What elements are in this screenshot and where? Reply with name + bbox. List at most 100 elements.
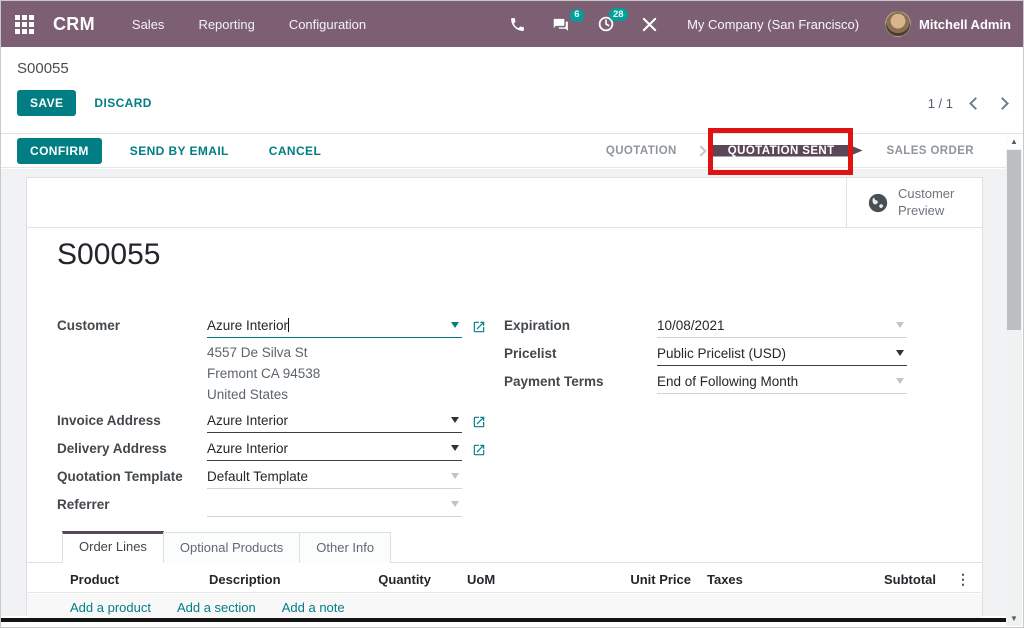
- col-taxes: Taxes: [691, 572, 857, 587]
- user-menu[interactable]: Mitchell Admin: [885, 11, 1011, 37]
- expiration-field[interactable]: 10/08/2021: [657, 312, 907, 338]
- expiration-label: Expiration: [504, 318, 657, 338]
- pricelist-label: Pricelist: [504, 346, 657, 366]
- scroll-down-icon[interactable]: ▼: [1006, 611, 1022, 626]
- field-row-delivery-address: Delivery Address Azure Interior: [57, 433, 504, 461]
- stage-separator-icon: [695, 145, 706, 156]
- scroll-up-icon[interactable]: ▲: [1006, 134, 1022, 149]
- discard-button[interactable]: DISCARD: [82, 90, 163, 116]
- address-line: 4557 De Silva St: [207, 342, 504, 363]
- notebook-tabs: Order Lines Optional Products Other Info: [27, 530, 982, 563]
- field-row-payment-terms: Payment Terms End of Following Month: [504, 366, 942, 394]
- tab-order-lines[interactable]: Order Lines: [62, 531, 164, 563]
- app-window: CRM Sales Reporting Configuration 6 28 M…: [0, 0, 1024, 628]
- phone-icon[interactable]: [498, 8, 537, 41]
- tools-icon[interactable]: [630, 8, 669, 41]
- payment-terms-field[interactable]: End of Following Month: [657, 368, 907, 394]
- invoice-external-link-icon[interactable]: [472, 415, 486, 429]
- menu-sales[interactable]: Sales: [115, 3, 182, 46]
- text-cursor: [288, 318, 289, 332]
- col-description: Description: [209, 572, 367, 587]
- invoice-dropdown-caret-icon[interactable]: [451, 417, 459, 423]
- stage-sales-order[interactable]: SALES ORDER: [869, 145, 992, 157]
- menu-configuration[interactable]: Configuration: [272, 3, 383, 46]
- globe-icon: [867, 192, 889, 214]
- payment-terms-label: Payment Terms: [504, 374, 657, 394]
- order-lines-header: Product Description Quantity UoM Unit Pr…: [27, 566, 982, 593]
- referrer-dropdown-caret-icon[interactable]: [451, 501, 459, 507]
- window-bottom-edge: [1, 618, 1006, 622]
- template-dropdown-caret-icon[interactable]: [451, 473, 459, 479]
- stage-quotation-sent-wrap: QUOTATION SENT: [713, 134, 863, 168]
- cancel-button[interactable]: CANCEL: [257, 138, 333, 164]
- customer-external-link-icon[interactable]: [472, 320, 486, 334]
- payment-terms-dropdown-caret-icon[interactable]: [896, 378, 904, 384]
- form-view-background: Customer Preview S00055 Customer Azure I…: [1, 169, 1006, 616]
- order-lines-add-row: Add a product Add a section Add a note: [27, 594, 982, 620]
- app-title[interactable]: CRM: [53, 14, 95, 35]
- vertical-scrollbar[interactable]: ▲ ▼: [1006, 134, 1022, 626]
- form-sheet: Customer Preview S00055 Customer Azure I…: [26, 177, 983, 616]
- customer-preview-label: Customer Preview: [898, 186, 962, 219]
- scrollbar-thumb[interactable]: [1007, 150, 1021, 330]
- apps-grid-icon: [15, 15, 34, 34]
- address-line: United States: [207, 384, 504, 405]
- add-a-section-link[interactable]: Add a section: [177, 600, 256, 615]
- tab-other-info[interactable]: Other Info: [299, 532, 391, 563]
- col-subtotal: Subtotal: [857, 572, 936, 587]
- apps-menu-button[interactable]: [1, 15, 47, 34]
- column-options-kebab-icon[interactable]: ⋮: [936, 571, 970, 588]
- systray: 6 28 My Company (San Francisco) Mitchell…: [498, 7, 1023, 41]
- col-unit-price: Unit Price: [547, 572, 691, 587]
- pricelist-dropdown-caret-icon[interactable]: [896, 350, 904, 356]
- breadcrumb[interactable]: S00055: [1, 47, 1023, 77]
- stage-quotation[interactable]: QUOTATION: [588, 145, 695, 157]
- delivery-address-label: Delivery Address: [57, 441, 207, 461]
- stage-quotation-sent[interactable]: QUOTATION SENT: [713, 145, 863, 157]
- field-row-referrer: Referrer: [57, 489, 504, 517]
- pager-next-icon[interactable]: [996, 97, 1009, 110]
- delivery-address-field[interactable]: Azure Interior: [207, 435, 462, 461]
- pager-prev-icon[interactable]: [969, 97, 982, 110]
- pricelist-field[interactable]: Public Pricelist (USD): [657, 340, 907, 366]
- customer-label: Customer: [57, 318, 207, 338]
- stage-pipeline: QUOTATION QUOTATION SENT SALES ORDER: [588, 134, 1006, 168]
- col-product: Product: [70, 572, 209, 587]
- user-avatar: [885, 11, 911, 37]
- activities-clock-icon[interactable]: 28: [586, 7, 626, 41]
- form-fields: Customer Azure Interior 4557 De Silva St…: [57, 310, 942, 517]
- menu-reporting[interactable]: Reporting: [181, 3, 271, 46]
- company-switcher[interactable]: My Company (San Francisco): [687, 17, 859, 32]
- activities-badge: 28: [609, 8, 629, 21]
- tab-optional-products[interactable]: Optional Products: [163, 532, 300, 563]
- field-row-customer: Customer Azure Interior: [57, 310, 504, 338]
- add-a-note-link[interactable]: Add a note: [282, 600, 345, 615]
- customer-field[interactable]: Azure Interior: [207, 312, 462, 338]
- quotation-template-field[interactable]: Default Template: [207, 463, 462, 489]
- add-a-product-link[interactable]: Add a product: [70, 600, 151, 615]
- referrer-label: Referrer: [57, 497, 207, 517]
- delivery-dropdown-caret-icon[interactable]: [451, 445, 459, 451]
- field-row-pricelist: Pricelist Public Pricelist (USD): [504, 338, 942, 366]
- save-button[interactable]: SAVE: [17, 90, 76, 116]
- confirm-button[interactable]: CONFIRM: [17, 138, 102, 164]
- field-row-invoice-address: Invoice Address Azure Interior: [57, 405, 504, 433]
- col-uom: UoM: [431, 572, 547, 587]
- send-by-email-button[interactable]: SEND BY EMAIL: [118, 138, 241, 164]
- invoice-address-label: Invoice Address: [57, 413, 207, 433]
- customer-dropdown-caret-icon[interactable]: [451, 322, 459, 328]
- delivery-external-link-icon[interactable]: [472, 443, 486, 457]
- user-name: Mitchell Admin: [919, 17, 1011, 32]
- control-panel: S00055 SAVE DISCARD 1 / 1: [1, 47, 1023, 134]
- order-title: S00055: [57, 238, 160, 272]
- invoice-address-field[interactable]: Azure Interior: [207, 407, 462, 433]
- col-quantity: Quantity: [367, 572, 431, 587]
- quotation-template-label: Quotation Template: [57, 469, 207, 489]
- pager-count: 1 / 1: [928, 96, 953, 111]
- messages-badge: 6: [570, 9, 584, 22]
- referrer-field[interactable]: [207, 491, 462, 517]
- expiration-dropdown-caret-icon[interactable]: [896, 322, 904, 328]
- messages-icon[interactable]: 6: [541, 8, 582, 41]
- top-navbar: CRM Sales Reporting Configuration 6 28 M…: [1, 1, 1023, 47]
- customer-preview-button[interactable]: Customer Preview: [846, 178, 982, 227]
